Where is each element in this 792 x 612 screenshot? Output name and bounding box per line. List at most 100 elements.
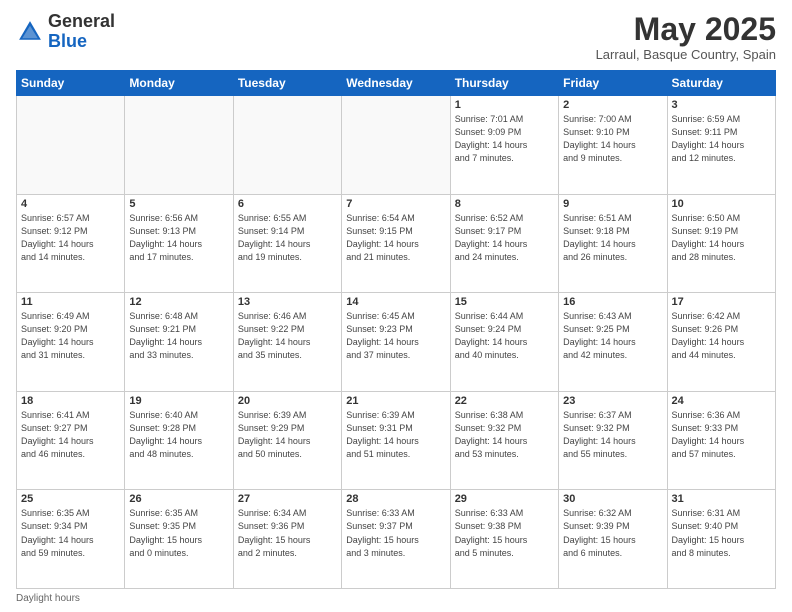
day-cell-7: 7Sunrise: 6:54 AM Sunset: 9:15 PM Daylig… [342, 194, 450, 293]
day-number: 10 [672, 198, 771, 210]
day-cell-6: 6Sunrise: 6:55 AM Sunset: 9:14 PM Daylig… [233, 194, 341, 293]
day-number: 6 [238, 198, 337, 210]
logo-icon [16, 18, 44, 46]
day-number: 21 [346, 395, 445, 407]
day-number: 14 [346, 296, 445, 308]
day-cell-31: 31 Sunrise: 6:31 AM Sunset: 9:40 PM Dayli… [667, 490, 775, 589]
day-number: 16 [563, 296, 662, 308]
day-info: Sunrise: 6:33 AM Sunset: 9:37 PM Dayligh… [346, 507, 445, 559]
day-info: Sunrise: 6:39 AM Sunset: 9:29 PM Dayligh… [238, 409, 337, 461]
day-cell-8: 8 Sunrise: 6:52 AM Sunset: 9:17 PM Daylig… [450, 194, 558, 293]
day-info: Sunrise: 6:43 AM Sunset: 9:25 PM Dayligh… [563, 310, 662, 362]
daylight-hours-label: Daylight hours [16, 593, 80, 604]
day-cell-25: 25Sunrise: 6:35 AM Sunset: 9:34 PM Dayli… [17, 490, 125, 589]
day-number: 23 [563, 395, 662, 407]
day-cell-15: 15 Sunrise: 6:44 AM Sunset: 9:24 PM Dayli… [450, 293, 558, 392]
day-info: Sunrise: 6:40 AM Sunset: 9:28 PM Dayligh… [129, 409, 228, 461]
day-number: 13 [238, 296, 337, 308]
logo-text: General Blue [48, 12, 115, 52]
day-cell-11: 11Sunrise: 6:49 AM Sunset: 9:20 PM Dayli… [17, 293, 125, 392]
weekday-monday: Monday [125, 71, 233, 96]
day-info: Sunrise: 6:52 AM Sunset: 9:17 PM Dayligh… [455, 212, 554, 264]
empty-cell [233, 96, 341, 195]
day-info: Sunrise: 6:35 AM Sunset: 9:35 PM Dayligh… [129, 507, 228, 559]
day-cell-2: 2 Sunrise: 7:00 AM Sunset: 9:10 PM Daylig… [559, 96, 667, 195]
logo-general: General [48, 11, 115, 31]
day-info: Sunrise: 6:44 AM Sunset: 9:24 PM Dayligh… [455, 310, 554, 362]
day-info: Sunrise: 6:59 AM Sunset: 9:11 PM Dayligh… [672, 113, 771, 165]
day-number: 20 [238, 395, 337, 407]
day-number: 8 [455, 198, 554, 210]
day-cell-22: 22Sunrise: 6:38 AM Sunset: 9:32 PM Dayli… [450, 391, 558, 490]
day-cell-26: 26 Sunrise: 6:35 AM Sunset: 9:35 PM Dayli… [125, 490, 233, 589]
day-number: 1 [455, 99, 554, 111]
day-cell-21: 21 Sunrise: 6:39 AM Sunset: 9:31 PM Dayli… [342, 391, 450, 490]
day-info: Sunrise: 6:34 AM Sunset: 9:36 PM Dayligh… [238, 507, 337, 559]
day-number: 29 [455, 493, 554, 505]
weekday-sunday: Sunday [17, 71, 125, 96]
day-info: Sunrise: 6:49 AM Sunset: 9:20 PM Dayligh… [21, 310, 120, 362]
day-info: Sunrise: 6:39 AM Sunset: 9:31 PM Dayligh… [346, 409, 445, 461]
weekday-thursday: Thursday [450, 71, 558, 96]
empty-cell [17, 96, 125, 195]
day-number: 27 [238, 493, 337, 505]
day-cell-13: 13Sunrise: 6:46 AM Sunset: 9:22 PM Dayli… [233, 293, 341, 392]
day-info: Sunrise: 6:57 AM Sunset: 9:12 PM Dayligh… [21, 212, 120, 264]
day-info: Sunrise: 6:54 AM Sunset: 9:15 PM Dayligh… [346, 212, 445, 264]
weekday-header-row: SundayMondayTuesdayWednesdayThursdayFrid… [17, 71, 776, 96]
day-cell-12: 12Sunrise: 6:48 AM Sunset: 9:21 PM Dayli… [125, 293, 233, 392]
page: General Blue May 2025 Larraul, Basque Co… [0, 0, 792, 612]
day-cell-10: 10 Sunrise: 6:50 AM Sunset: 9:19 PM Dayli… [667, 194, 775, 293]
day-cell-20: 20 Sunrise: 6:39 AM Sunset: 9:29 PM Dayli… [233, 391, 341, 490]
day-number: 24 [672, 395, 771, 407]
day-cell-23: 23 Sunrise: 6:37 AM Sunset: 9:32 PM Dayli… [559, 391, 667, 490]
day-cell-3: 3Sunrise: 6:59 AM Sunset: 9:11 PM Daylig… [667, 96, 775, 195]
location: Larraul, Basque Country, Spain [596, 47, 776, 62]
empty-cell [125, 96, 233, 195]
day-info: Sunrise: 7:01 AM Sunset: 9:09 PM Dayligh… [455, 113, 554, 165]
day-cell-24: 24 Sunrise: 6:36 AM Sunset: 9:33 PM Dayli… [667, 391, 775, 490]
day-cell-1: 1 Sunrise: 7:01 AM Sunset: 9:09 PM Daylig… [450, 96, 558, 195]
empty-cell [342, 96, 450, 195]
week-row-2: 4 Sunrise: 6:57 AM Sunset: 9:12 PM Daylig… [17, 194, 776, 293]
weekday-wednesday: Wednesday [342, 71, 450, 96]
calendar-table: SundayMondayTuesdayWednesdayThursdayFrid… [16, 70, 776, 589]
day-cell-5: 5 Sunrise: 6:56 AM Sunset: 9:13 PM Daylig… [125, 194, 233, 293]
day-number: 26 [129, 493, 228, 505]
day-cell-27: 27 Sunrise: 6:34 AM Sunset: 9:36 PM Dayli… [233, 490, 341, 589]
day-cell-17: 17 Sunrise: 6:42 AM Sunset: 9:26 PM Dayli… [667, 293, 775, 392]
day-number: 19 [129, 395, 228, 407]
weekday-tuesday: Tuesday [233, 71, 341, 96]
day-number: 28 [346, 493, 445, 505]
day-cell-28: 28 Sunrise: 6:33 AM Sunset: 9:37 PM Dayli… [342, 490, 450, 589]
day-info: Sunrise: 7:00 AM Sunset: 9:10 PM Dayligh… [563, 113, 662, 165]
day-number: 25 [21, 493, 120, 505]
footer-note: Daylight hours [16, 593, 776, 604]
day-info: Sunrise: 6:51 AM Sunset: 9:18 PM Dayligh… [563, 212, 662, 264]
day-number: 30 [563, 493, 662, 505]
day-number: 4 [21, 198, 120, 210]
logo-blue: Blue [48, 31, 87, 51]
weekday-friday: Friday [559, 71, 667, 96]
day-info: Sunrise: 6:41 AM Sunset: 9:27 PM Dayligh… [21, 409, 120, 461]
weekday-saturday: Saturday [667, 71, 775, 96]
day-number: 18 [21, 395, 120, 407]
day-info: Sunrise: 6:36 AM Sunset: 9:33 PM Dayligh… [672, 409, 771, 461]
day-info: Sunrise: 6:37 AM Sunset: 9:32 PM Dayligh… [563, 409, 662, 461]
day-number: 2 [563, 99, 662, 111]
day-number: 31 [672, 493, 771, 505]
day-info: Sunrise: 6:45 AM Sunset: 9:23 PM Dayligh… [346, 310, 445, 362]
day-info: Sunrise: 6:42 AM Sunset: 9:26 PM Dayligh… [672, 310, 771, 362]
day-info: Sunrise: 6:50 AM Sunset: 9:19 PM Dayligh… [672, 212, 771, 264]
day-cell-4: 4 Sunrise: 6:57 AM Sunset: 9:12 PM Daylig… [17, 194, 125, 293]
logo: General Blue [16, 12, 115, 52]
day-cell-14: 14 Sunrise: 6:45 AM Sunset: 9:23 PM Dayli… [342, 293, 450, 392]
day-info: Sunrise: 6:31 AM Sunset: 9:40 PM Dayligh… [672, 507, 771, 559]
day-number: 15 [455, 296, 554, 308]
day-number: 17 [672, 296, 771, 308]
day-cell-30: 30Sunrise: 6:32 AM Sunset: 9:39 PM Dayli… [559, 490, 667, 589]
day-cell-16: 16 Sunrise: 6:43 AM Sunset: 9:25 PM Dayli… [559, 293, 667, 392]
day-number: 9 [563, 198, 662, 210]
day-info: Sunrise: 6:56 AM Sunset: 9:13 PM Dayligh… [129, 212, 228, 264]
day-number: 5 [129, 198, 228, 210]
